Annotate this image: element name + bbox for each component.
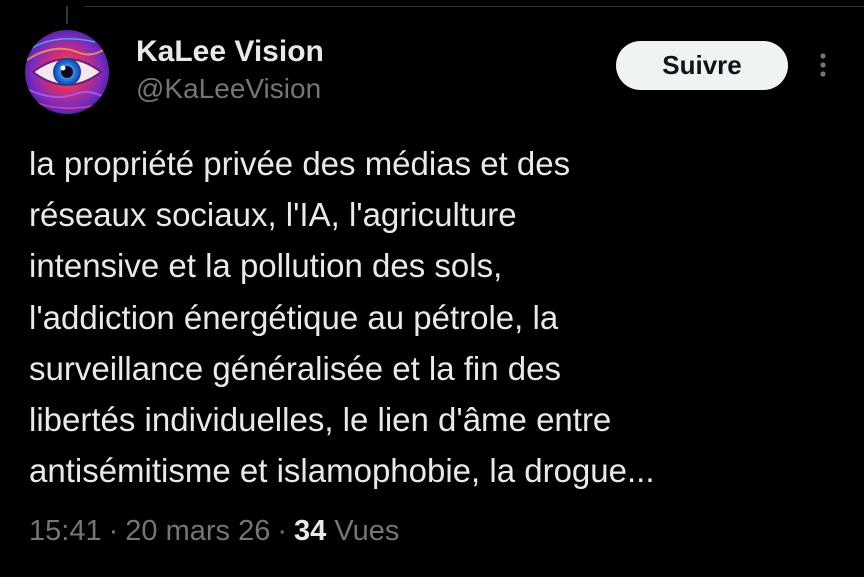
tweet-metadata: 15:41 · 20 mars 26 · 34 Vues [29, 512, 399, 550]
meta-separator: · [108, 515, 119, 547]
tweet-date-link[interactable]: 20 mars 26 [125, 515, 270, 547]
avatar[interactable] [25, 30, 109, 114]
tweet-date: 20 mars 26 [125, 515, 271, 547]
thread-connector-line [66, 6, 68, 24]
more-vertical-icon[interactable] [813, 50, 833, 80]
divider [84, 6, 864, 7]
tweet-timestamp[interactable]: 15:41 [29, 515, 102, 547]
author-display-name[interactable]: KaLee Vision [136, 34, 324, 70]
eye-avatar-icon [25, 30, 109, 114]
follow-button[interactable]: Suivre [616, 41, 788, 90]
author-handle[interactable]: @KaLeeVision [136, 70, 324, 108]
tweet-time: 15:41 [29, 515, 102, 547]
views-label: Vues [334, 515, 400, 547]
views-count: 34 [294, 515, 327, 547]
author-info: KaLee Vision @KaLeeVision [136, 34, 324, 108]
tweet-text: la propriété privée des médias et des ré… [29, 145, 655, 490]
meta-separator: · [277, 515, 287, 547]
